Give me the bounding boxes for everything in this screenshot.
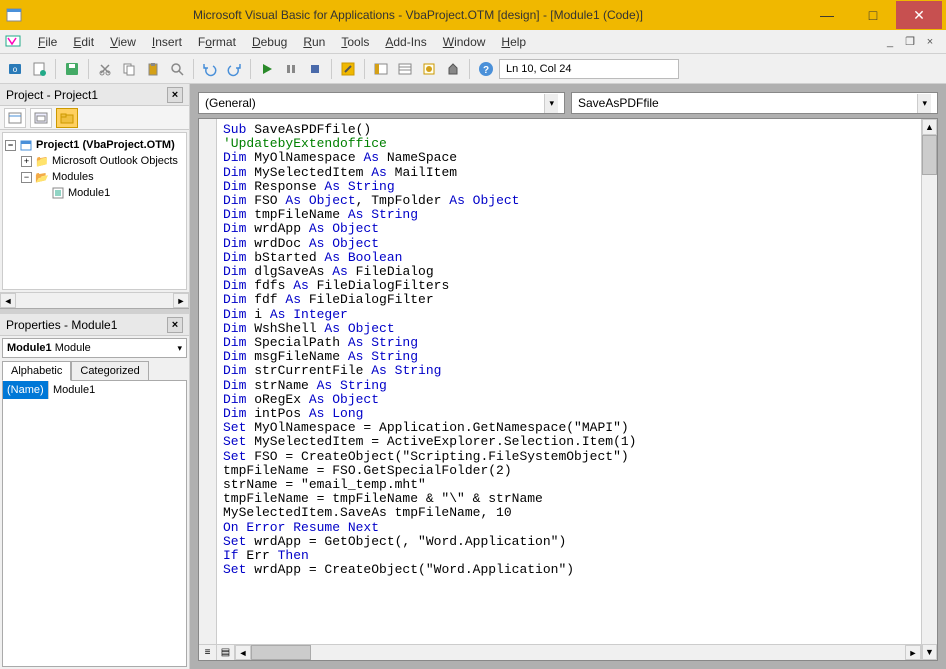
cut-icon[interactable]: [94, 58, 116, 80]
find-icon[interactable]: [166, 58, 188, 80]
scroll-up-icon[interactable]: ▲: [922, 119, 937, 135]
toolbar: o ? Ln 10, Col 24: [0, 54, 946, 84]
view-outlook-icon[interactable]: o: [4, 58, 26, 80]
insert-module-icon[interactable]: [28, 58, 50, 80]
paste-icon[interactable]: [142, 58, 164, 80]
reset-icon[interactable]: [304, 58, 326, 80]
menu-edit[interactable]: Edit: [65, 32, 102, 52]
scroll-down-icon[interactable]: ▼: [922, 644, 937, 660]
close-button[interactable]: ✕: [896, 1, 942, 29]
project-panel-close-icon[interactable]: ×: [167, 87, 183, 103]
menu-bar: File Edit View Insert Format Debug Run T…: [0, 30, 946, 54]
vba-icon: [4, 32, 24, 52]
chevron-down-icon: ▾: [917, 94, 931, 113]
chevron-down-icon: ▾: [177, 343, 182, 354]
menu-run[interactable]: Run: [295, 32, 333, 52]
svg-text:o: o: [13, 65, 18, 74]
menu-window[interactable]: Window: [435, 32, 494, 52]
collapse-icon[interactable]: −: [21, 172, 32, 183]
code-v-scrollbar[interactable]: ▲ ▼: [921, 119, 937, 660]
collapse-icon[interactable]: −: [5, 140, 16, 151]
properties-object-combo[interactable]: Module1 Module ▾: [2, 338, 187, 358]
window-title: Microsoft Visual Basic for Applications …: [32, 8, 804, 22]
tree-project-root[interactable]: − Project1 (VbaProject.OTM): [5, 137, 184, 153]
folder-icon: 📁: [35, 154, 49, 168]
properties-panel-header: Properties - Module1 ×: [0, 314, 189, 336]
svg-text:?: ?: [483, 65, 489, 76]
menu-tools[interactable]: Tools: [333, 32, 377, 52]
object-browser-icon[interactable]: [418, 58, 440, 80]
run-icon[interactable]: [256, 58, 278, 80]
tree-module1[interactable]: Module1: [5, 185, 184, 201]
menu-file[interactable]: File: [30, 32, 65, 52]
scroll-left-icon[interactable]: ◄: [235, 645, 251, 660]
menu-debug[interactable]: Debug: [244, 32, 295, 52]
menu-help[interactable]: Help: [493, 32, 534, 52]
properties-grid[interactable]: (Name) Module1: [2, 380, 187, 667]
toggle-folders-icon[interactable]: [56, 108, 78, 128]
project-h-scrollbar[interactable]: ◄ ►: [0, 292, 189, 308]
object-dropdown[interactable]: (General) ▾: [198, 92, 565, 114]
h-scroll-thumb[interactable]: [251, 645, 311, 660]
module-icon: [51, 186, 65, 200]
app-system-icon[interactable]: [4, 5, 24, 25]
maximize-button[interactable]: □: [850, 1, 896, 29]
full-module-view-icon[interactable]: ▤: [217, 645, 235, 660]
scroll-left-icon[interactable]: ◄: [0, 293, 16, 308]
procedure-dropdown[interactable]: SaveAsPDFfile ▾: [571, 92, 938, 114]
break-icon[interactable]: [280, 58, 302, 80]
folder-open-icon: 📂: [35, 170, 49, 184]
toolbox-icon[interactable]: [442, 58, 464, 80]
save-icon[interactable]: [61, 58, 83, 80]
project-toolbar: [0, 106, 189, 130]
minimize-button[interactable]: —: [804, 1, 850, 29]
project-explorer-panel: Project - Project1 × − Project1 (VbaProj…: [0, 84, 189, 309]
scroll-right-icon[interactable]: ►: [905, 645, 921, 660]
redo-icon[interactable]: [223, 58, 245, 80]
mdi-close-button[interactable]: ×: [922, 35, 938, 49]
view-object-icon[interactable]: [30, 108, 52, 128]
design-mode-icon[interactable]: [337, 58, 359, 80]
mdi-minimize-button[interactable]: _: [882, 35, 898, 49]
view-code-icon[interactable]: [4, 108, 26, 128]
title-bar: Microsoft Visual Basic for Applications …: [0, 0, 946, 30]
expand-icon[interactable]: +: [21, 156, 32, 167]
project-icon: [19, 138, 33, 152]
properties-panel-title: Properties - Module1: [6, 318, 117, 332]
properties-panel-close-icon[interactable]: ×: [167, 317, 183, 333]
code-editor[interactable]: Sub SaveAsPDFfile() 'UpdatebyExtendoffic…: [217, 119, 921, 660]
property-row-name: (Name) Module1: [3, 381, 186, 399]
menu-insert[interactable]: Insert: [144, 32, 190, 52]
menu-view[interactable]: View: [102, 32, 144, 52]
undo-icon[interactable]: [199, 58, 221, 80]
tab-alphabetic[interactable]: Alphabetic: [2, 361, 71, 381]
project-panel-title: Project - Project1: [6, 88, 98, 102]
menu-addins[interactable]: Add-Ins: [377, 32, 434, 52]
cursor-position-field: Ln 10, Col 24: [499, 59, 679, 79]
tab-categorized[interactable]: Categorized: [71, 361, 148, 381]
tree-modules-folder[interactable]: − 📂 Modules: [5, 169, 184, 185]
code-margin[interactable]: [199, 119, 217, 660]
help-icon[interactable]: ?: [475, 58, 497, 80]
project-explorer-icon[interactable]: [370, 58, 392, 80]
code-window: (General) ▾ SaveAsPDFfile ▾ Sub SaveAsPD…: [190, 84, 946, 669]
mdi-restore-button[interactable]: ❐: [902, 35, 918, 49]
copy-icon[interactable]: [118, 58, 140, 80]
project-tree[interactable]: − Project1 (VbaProject.OTM) + 📁 Microsof…: [2, 132, 187, 290]
properties-window-icon[interactable]: [394, 58, 416, 80]
chevron-down-icon: ▾: [544, 94, 558, 113]
scroll-right-icon[interactable]: ►: [173, 293, 189, 308]
procedure-view-icon[interactable]: ≡: [199, 645, 217, 660]
scroll-thumb[interactable]: [922, 135, 937, 175]
tree-outlook-objects[interactable]: + 📁 Microsoft Outlook Objects: [5, 153, 184, 169]
menu-format[interactable]: Format: [190, 32, 244, 52]
project-panel-header: Project - Project1 ×: [0, 84, 189, 106]
properties-panel: Properties - Module1 × Module1 Module ▾ …: [0, 314, 189, 669]
